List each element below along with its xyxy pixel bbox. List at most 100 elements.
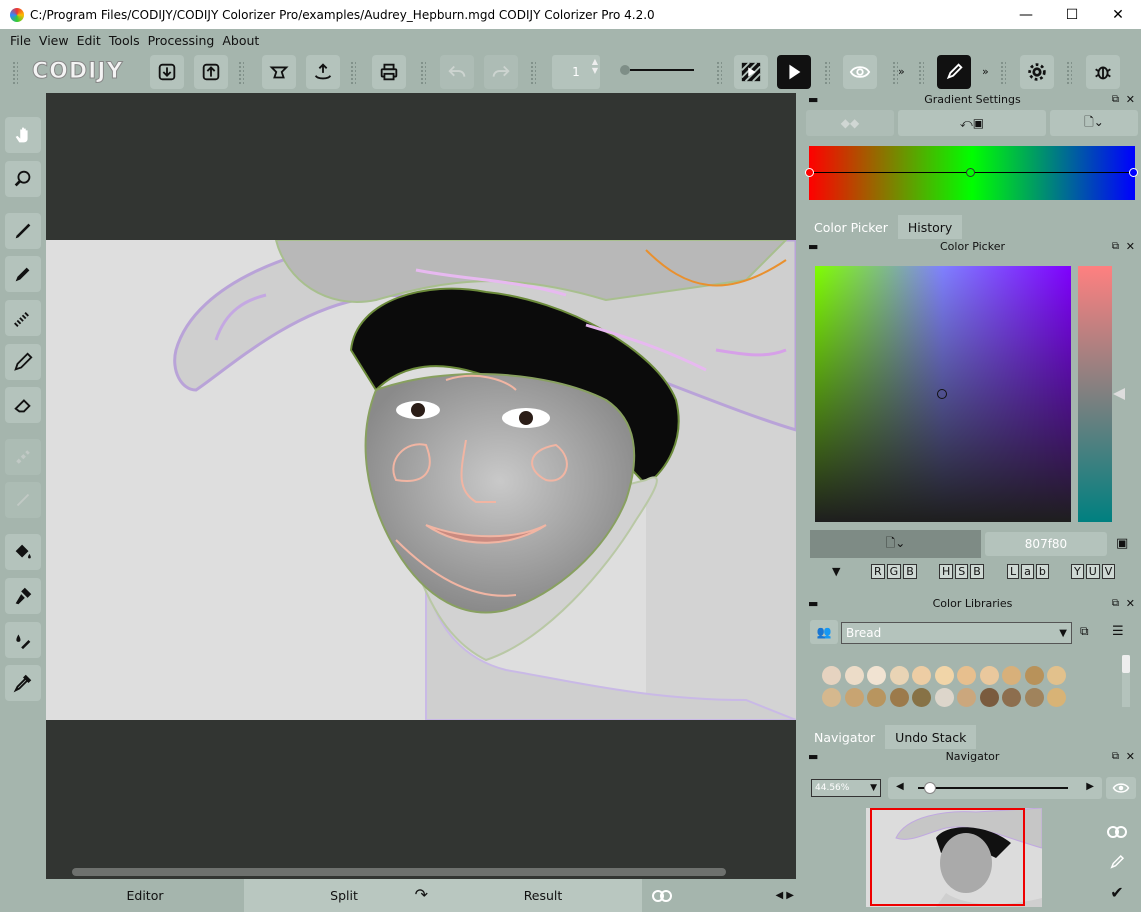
color-swatch[interactable]	[867, 688, 886, 707]
settings-button[interactable]	[1020, 55, 1054, 89]
float-icon[interactable]: ⧉	[1112, 93, 1119, 107]
toolbar-grip[interactable]	[918, 61, 924, 85]
collapse-icon[interactable]: ▬	[808, 597, 818, 611]
redo-button[interactable]	[484, 55, 518, 89]
brush-tool[interactable]	[5, 213, 41, 249]
toolbar-grip[interactable]	[420, 61, 426, 85]
nav-zoom-handle[interactable]	[924, 782, 936, 794]
nav-zoom-track[interactable]	[918, 787, 1068, 789]
color-swatch[interactable]	[822, 666, 841, 685]
navigator-preview-button[interactable]	[1106, 777, 1136, 799]
gradient-file-menu[interactable]: 🗋⌄	[1050, 110, 1138, 136]
close-panel-icon[interactable]: ✕	[1126, 750, 1135, 764]
color-swatch[interactable]	[1024, 666, 1044, 685]
tab-editor[interactable]: Editor	[46, 879, 244, 912]
stamp-tool[interactable]	[5, 578, 41, 614]
eraser-tool[interactable]	[5, 387, 41, 423]
color-file-menu[interactable]: 🗋⌄	[810, 530, 981, 558]
close-panel-icon[interactable]: ✕	[1126, 597, 1135, 611]
tab-history[interactable]: History	[897, 215, 963, 239]
toolbar-grip[interactable]	[350, 61, 356, 85]
color-swatch[interactable]	[912, 666, 931, 685]
hand-tool[interactable]	[5, 117, 41, 153]
collapse-icon[interactable]: ▬	[808, 750, 818, 764]
tab-scroll-arrows-icon[interactable]: ◀ ▶	[682, 879, 804, 912]
markup-mode-button[interactable]	[937, 55, 971, 89]
float-icon[interactable]: ⧉	[1112, 750, 1119, 764]
vertical-splitter[interactable]	[796, 93, 804, 879]
pencil-tool[interactable]	[5, 344, 41, 380]
zoom-tool[interactable]	[5, 161, 41, 197]
eyedropper-bucket-tool[interactable]	[5, 622, 41, 658]
close-panel-icon[interactable]: ✕	[1126, 240, 1135, 254]
color-swatch[interactable]	[957, 688, 976, 707]
toolbar-grip[interactable]	[12, 61, 18, 85]
menu-file[interactable]: File	[10, 33, 31, 48]
eyedropper-tool[interactable]	[5, 665, 41, 701]
gradient-stop-blue[interactable]	[1129, 168, 1138, 177]
save-markup-button[interactable]	[306, 55, 340, 89]
toolbar-grip[interactable]	[716, 61, 722, 85]
menu-tools[interactable]: Tools	[109, 33, 140, 48]
toolbar-extension-icon[interactable]: »	[982, 65, 989, 78]
tab-color-picker[interactable]: Color Picker	[804, 215, 898, 239]
menu-processing[interactable]: Processing	[148, 33, 215, 48]
color-swatch[interactable]	[1002, 666, 1021, 685]
tab-split[interactable]: Split ↷	[244, 879, 444, 912]
color-cursor[interactable]	[937, 389, 947, 399]
gradient-stop-green[interactable]	[966, 168, 975, 177]
play-button[interactable]	[777, 55, 811, 89]
close-panel-icon[interactable]: ✕	[1126, 93, 1135, 107]
image-sample-icon[interactable]: ▣	[1116, 536, 1128, 551]
link-navigator-button[interactable]	[1102, 819, 1132, 845]
preview-button[interactable]	[843, 55, 877, 89]
load-markup-button[interactable]	[262, 55, 296, 89]
rgb-mode[interactable]: RGB	[870, 564, 918, 579]
color-swatch[interactable]	[934, 688, 954, 707]
expand-arrow-icon[interactable]: ▼	[832, 565, 840, 578]
dotted-brush-tool[interactable]	[5, 300, 41, 336]
tab-undo-stack[interactable]: Undo Stack	[885, 725, 977, 749]
gradient-stop-red[interactable]	[805, 168, 814, 177]
zoom-in-icon[interactable]: ▶	[1086, 781, 1094, 792]
menu-edit[interactable]: Edit	[77, 33, 101, 48]
fill-tool[interactable]	[5, 534, 41, 570]
toolbar-grip[interactable]	[238, 61, 244, 85]
color-swatch[interactable]	[934, 666, 954, 685]
color-swatch[interactable]	[889, 666, 909, 685]
marker-tool[interactable]	[5, 256, 41, 292]
viewport-rectangle[interactable]	[870, 808, 1025, 906]
tab-navigator[interactable]: Navigator	[804, 725, 886, 749]
copy-library-icon[interactable]: ⧉	[1080, 624, 1089, 639]
navigator-edit-button[interactable]	[1102, 849, 1132, 875]
collapse-icon[interactable]: ▬	[808, 240, 818, 254]
zoom-slider-handle[interactable]	[620, 65, 630, 75]
import-button[interactable]	[150, 55, 184, 89]
spin-arrows-icon[interactable]: ▲ ▼	[592, 57, 598, 75]
library-people-button[interactable]: 👥	[810, 620, 838, 644]
color-swatch[interactable]	[822, 688, 841, 707]
library-select[interactable]: Bread ▼	[841, 622, 1072, 644]
color-swatch[interactable]	[867, 666, 886, 685]
link-views-button[interactable]	[642, 879, 682, 912]
collapse-icon[interactable]: ▬	[808, 93, 818, 107]
gradient-image-button[interactable]: ⤺▣	[898, 110, 1046, 136]
undo-button[interactable]	[440, 55, 474, 89]
run-colorize-button[interactable]	[734, 55, 768, 89]
zoom-select[interactable]: 44.56% ▼	[811, 779, 881, 797]
hex-field[interactable]: 807f80	[985, 532, 1107, 556]
zoom-slider-track[interactable]	[630, 69, 694, 71]
image-with-markup[interactable]	[46, 240, 796, 720]
close-button[interactable]: ✕	[1095, 0, 1141, 29]
hue-slider[interactable]	[1078, 266, 1112, 522]
color-swatch[interactable]	[957, 666, 976, 685]
bug-report-button[interactable]	[1086, 55, 1120, 89]
color-swatch[interactable]	[844, 688, 864, 707]
swatch-scrollbar[interactable]	[1122, 655, 1130, 707]
color-swatch[interactable]	[912, 688, 931, 707]
scrollbar-thumb[interactable]	[72, 868, 726, 876]
color-swatch[interactable]	[979, 666, 999, 685]
navigator-zoom-bar[interactable]: ◀ ▶	[888, 777, 1102, 799]
toolbar-grip[interactable]	[1066, 61, 1072, 85]
library-menu-icon[interactable]: ☰	[1112, 624, 1124, 639]
